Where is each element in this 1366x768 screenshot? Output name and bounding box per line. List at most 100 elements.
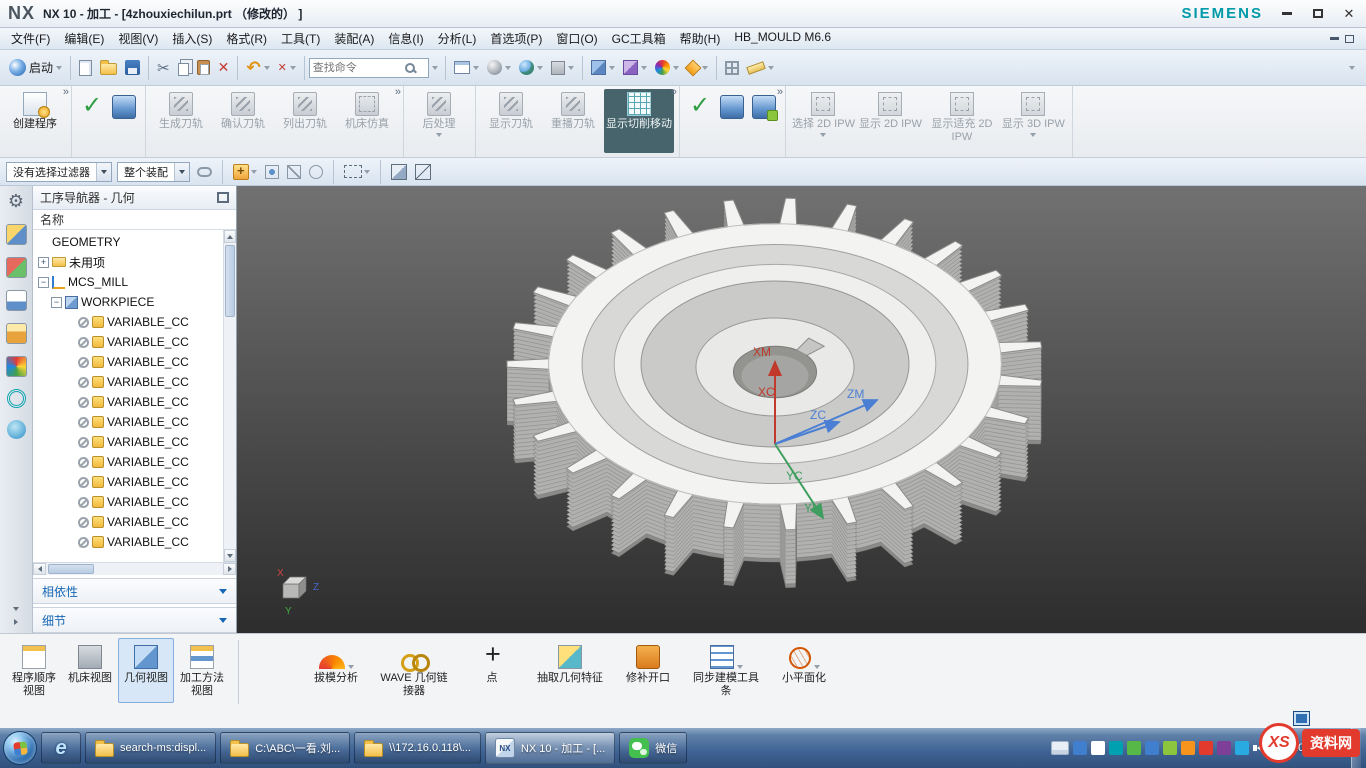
- scroll-left-icon[interactable]: [33, 563, 46, 575]
- workpiece-check-button[interactable]: [684, 89, 716, 137]
- tray-icon-10[interactable]: [1235, 741, 1249, 755]
- expander-icon[interactable]: −: [38, 277, 49, 288]
- tray-icon-2[interactable]: [1091, 741, 1105, 755]
- rect-select-button[interactable]: [342, 163, 372, 180]
- tray-icon-8[interactable]: [1199, 741, 1213, 755]
- machining-method-view-button[interactable]: 加工方法视图: [174, 638, 230, 703]
- select-2d-ipw-button[interactable]: 选择 2D IPW: [790, 89, 857, 140]
- machining-wizard-icon[interactable]: [6, 356, 27, 377]
- menu-item-7[interactable]: 装配(A): [327, 28, 381, 49]
- reuse-library-icon[interactable]: [7, 389, 26, 408]
- generate-toolpath-button[interactable]: 生成刀轨: [150, 89, 212, 134]
- keyboard-layout-icon[interactable]: [1051, 741, 1069, 755]
- tree-row-10[interactable]: VARIABLE_CC: [33, 412, 223, 432]
- snap-center-button[interactable]: [307, 163, 325, 181]
- open-file-button[interactable]: [96, 54, 121, 82]
- postprocess-button[interactable]: 后处理: [408, 89, 470, 140]
- scroll-right-icon[interactable]: [223, 563, 236, 575]
- taskbar-nx-button[interactable]: NX 10 - 加工 - [...: [485, 732, 615, 764]
- section-view-button[interactable]: [683, 54, 712, 82]
- taskbar-folder1-button[interactable]: search-ms:displ...: [85, 732, 216, 764]
- start-button[interactable]: [3, 731, 37, 765]
- tree-row-1[interactable]: GEOMETRY: [33, 232, 223, 252]
- point-button[interactable]: 点: [455, 638, 529, 703]
- copy-button[interactable]: [174, 54, 193, 82]
- wave-geometry-linker-button[interactable]: WAVE 几何链接器: [377, 638, 451, 703]
- taskbar-wechat-button[interactable]: 微信: [619, 732, 687, 764]
- tree-row-14[interactable]: VARIABLE_CC: [33, 492, 223, 512]
- snap-link-button[interactable]: [195, 165, 214, 179]
- menu-item-11[interactable]: 窗口(O): [549, 28, 604, 49]
- tree-row-5[interactable]: VARIABLE_CC: [33, 312, 223, 332]
- menu-item-5[interactable]: 格式(R): [219, 28, 274, 49]
- background-button[interactable]: [515, 54, 547, 82]
- extract-geometry-button[interactable]: 抽取几何特征: [533, 638, 607, 703]
- show-filled-2d-ipw-button[interactable]: 显示适充 2D IPW: [924, 89, 1000, 147]
- tree-row-16[interactable]: VARIABLE_CC: [33, 532, 223, 552]
- shaded-display-button[interactable]: [389, 162, 409, 182]
- overflow-chevron-icon[interactable]: [777, 86, 783, 98]
- command-search-input[interactable]: [313, 62, 405, 74]
- scroll-up-icon[interactable]: [224, 230, 236, 243]
- tree-row-3[interactable]: −MCS_MILL: [33, 272, 223, 292]
- tray-icon-5[interactable]: [1145, 741, 1159, 755]
- tree-row-12[interactable]: VARIABLE_CC: [33, 452, 223, 472]
- menu-item-14[interactable]: HB_MOULD M6.6: [727, 28, 838, 49]
- tray-icon-3[interactable]: [1109, 741, 1123, 755]
- show-toolpath-button[interactable]: 显示刀轨: [480, 89, 542, 134]
- selection-filter-dropdown[interactable]: 没有选择过滤器: [6, 162, 112, 182]
- web-browser-icon[interactable]: [7, 420, 26, 439]
- selection-scope-dropdown[interactable]: 整个装配: [117, 162, 190, 182]
- tray-icon-4[interactable]: [1127, 741, 1141, 755]
- chevron-down-icon[interactable]: [13, 607, 19, 611]
- window-layout-button[interactable]: [450, 54, 483, 82]
- facet-button[interactable]: 小平面化: [767, 638, 841, 703]
- maximize-button[interactable]: [1304, 4, 1332, 24]
- tree-row-6[interactable]: VARIABLE_CC: [33, 332, 223, 352]
- create-program-button[interactable]: 创建程序: [4, 89, 66, 134]
- overflow-chevron-icon[interactable]: [395, 86, 401, 98]
- menu-item-12[interactable]: GC工具箱: [605, 28, 673, 49]
- toolbar-options-icon[interactable]: [1349, 66, 1355, 70]
- nav-section-1[interactable]: 相依性: [33, 578, 236, 604]
- tray-icon-7[interactable]: [1181, 741, 1195, 755]
- tray-icon-9[interactable]: [1217, 741, 1231, 755]
- scrollbar-thumb[interactable]: [225, 245, 235, 317]
- color-swatch-button[interactable]: [547, 54, 578, 82]
- snap-point-button[interactable]: [263, 163, 281, 181]
- overflow-chevron-icon[interactable]: [63, 86, 69, 98]
- machine-simulation-button[interactable]: 机床仿真: [336, 89, 398, 134]
- horizontal-scrollbar[interactable]: [33, 562, 236, 575]
- tree-row-11[interactable]: VARIABLE_CC: [33, 432, 223, 452]
- workpiece-tool2-button[interactable]: [748, 89, 780, 137]
- minimize-button[interactable]: [1273, 4, 1301, 24]
- taskbar-folder3-button[interactable]: \\172.16.0.118\...: [354, 732, 481, 764]
- settings-gear-icon[interactable]: [6, 191, 27, 212]
- generate-toolpath-small-button[interactable]: [76, 89, 108, 137]
- assembly-navigator-icon[interactable]: [6, 224, 27, 245]
- menu-item-10[interactable]: 首选项(P): [483, 28, 549, 49]
- snap-plus-button[interactable]: [231, 162, 259, 182]
- tree-row-2[interactable]: +未用项: [33, 252, 223, 272]
- taskbar-folder2-button[interactable]: C:\ABC\一看.刘...: [220, 732, 350, 764]
- verify-toolpath-small-button[interactable]: [108, 89, 140, 137]
- tree-row-13[interactable]: VARIABLE_CC: [33, 472, 223, 492]
- panel-float-icon[interactable]: [217, 192, 229, 203]
- undo-button[interactable]: [242, 54, 273, 82]
- selection-filter-caret[interactable]: [96, 163, 111, 181]
- vertical-scrollbar[interactable]: [223, 230, 236, 562]
- overflow-chevron-icon[interactable]: [671, 86, 677, 98]
- paste-button[interactable]: [193, 54, 214, 82]
- list-toolpath-button[interactable]: 列出刀轨: [274, 89, 336, 134]
- tree-row-15[interactable]: VARIABLE_CC: [33, 512, 223, 532]
- tree-row-4[interactable]: −WORKPIECE: [33, 292, 223, 312]
- constraint-navigator-icon[interactable]: [6, 257, 27, 278]
- tray-icon-6[interactable]: [1163, 741, 1177, 755]
- redo-button[interactable]: [274, 54, 300, 82]
- menu-item-1[interactable]: 文件(F): [4, 28, 57, 49]
- tree-row-8[interactable]: VARIABLE_CC: [33, 372, 223, 392]
- chevron-right-icon[interactable]: [14, 619, 18, 625]
- show-3d-ipw-button[interactable]: 显示 3D IPW: [1000, 89, 1067, 140]
- save-button[interactable]: [121, 54, 144, 82]
- measure-button[interactable]: [743, 54, 778, 82]
